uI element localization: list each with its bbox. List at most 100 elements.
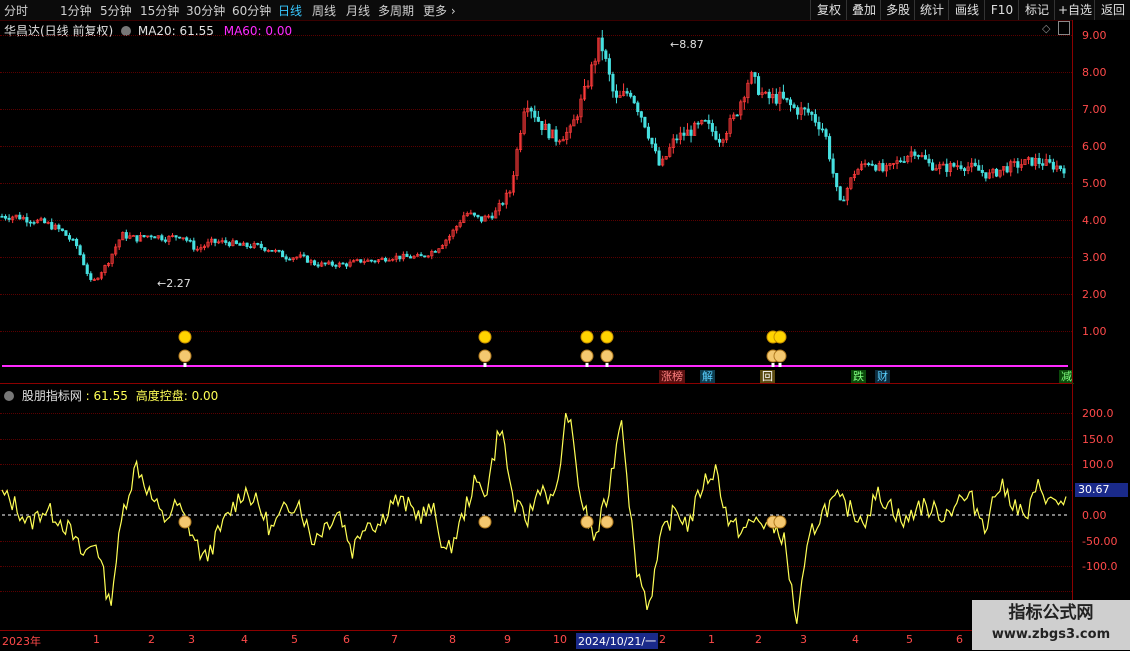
candle-body: [75, 238, 79, 247]
candle-body: [501, 203, 505, 205]
candle-body: [714, 131, 718, 140]
candle-body: [224, 240, 228, 243]
x-tick-label: 2023年: [2, 635, 41, 648]
candle-body: [153, 236, 157, 239]
candle-body: [927, 158, 931, 164]
candle-body: [813, 114, 817, 123]
candle-body: [977, 165, 981, 171]
candle-body: [408, 256, 413, 259]
candle-body: [959, 165, 963, 169]
candle-body: [288, 258, 292, 261]
candle-body: [625, 91, 629, 94]
candle-body: [67, 235, 72, 240]
x-tick-label: 1: [708, 633, 715, 646]
candle-body: [902, 161, 906, 163]
x-tick-label: 6: [956, 633, 963, 646]
money-bag-icon: [773, 349, 787, 363]
candle-body: [490, 215, 494, 219]
candle-body: [398, 255, 402, 260]
candle-body: [792, 104, 796, 108]
candle-body: [529, 107, 533, 112]
money-bag-icon: [580, 349, 594, 363]
candle-body: [4, 216, 8, 219]
candle-body: [657, 150, 661, 166]
signal-die[interactable]: 跌: [851, 370, 866, 384]
price-chart[interactable]: [0, 0, 1072, 383]
x-tick-label: 5: [291, 633, 298, 646]
candle-body: [433, 251, 437, 253]
signal-cai[interactable]: 财: [875, 370, 890, 384]
signal-tick: [585, 363, 589, 367]
candle-body: [607, 58, 611, 75]
high-price-value: 8.87: [679, 38, 704, 51]
candle-body: [781, 91, 785, 99]
candle-body: [923, 155, 928, 160]
y-tick-label: 0.00: [1082, 509, 1107, 522]
candle-body: [867, 163, 871, 166]
candle-body: [696, 122, 700, 125]
candle-body: [270, 250, 274, 252]
candle-body: [78, 245, 82, 256]
candle-body: [973, 162, 977, 166]
x-tick-label: 2: [148, 633, 155, 646]
x-tick-label: 10: [553, 633, 567, 646]
candle-body: [50, 222, 54, 230]
candle-body: [313, 260, 317, 266]
candle-body: [28, 221, 32, 224]
y-tick-label: 6.00: [1082, 140, 1107, 153]
candle-body: [0, 215, 4, 218]
candle-body: [60, 228, 64, 231]
y-tick-label: -50.00: [1082, 535, 1118, 548]
candle-body: [344, 263, 349, 267]
y-tick-label: -100.0: [1082, 560, 1118, 573]
x-tick-label: 2: [755, 633, 762, 646]
candle-body: [653, 143, 658, 152]
candle-body: [1051, 161, 1055, 170]
x-tick-label: 9: [504, 633, 511, 646]
candle-body: [227, 242, 231, 247]
indicator-chart[interactable]: [0, 383, 1072, 630]
candle-body: [334, 264, 338, 267]
candle-body: [479, 216, 484, 222]
candle-body: [359, 259, 363, 263]
back-button[interactable]: 返回: [1094, 0, 1130, 20]
signal-jie[interactable]: 解: [700, 370, 715, 384]
candle-body: [774, 93, 778, 104]
candle-body: [717, 138, 722, 143]
low-price-annotation: ←2.27: [157, 277, 191, 290]
money-bag-icon: [600, 515, 614, 529]
candle-body: [707, 120, 711, 124]
candle-body: [788, 99, 793, 106]
y-tick-label: 8.00: [1082, 66, 1107, 79]
candle-body: [899, 160, 903, 163]
money-bag-icon: [178, 515, 192, 529]
candle-body: [160, 235, 164, 241]
smiley-icon: [178, 330, 192, 344]
signal-tick: [778, 363, 782, 367]
candle-body: [675, 138, 679, 141]
candle-body: [838, 186, 842, 201]
candle-body: [554, 129, 558, 142]
candle-body: [373, 260, 377, 263]
y-tick-label: 7.00: [1082, 103, 1107, 116]
candle-body: [643, 116, 647, 128]
candle-body: [256, 243, 260, 245]
candle-body: [405, 253, 409, 257]
candle-body: [753, 72, 757, 77]
signal-hui[interactable]: 回: [760, 370, 775, 384]
candle-body: [689, 129, 693, 136]
candle-body: [710, 123, 714, 132]
candle-body: [1062, 168, 1066, 174]
smiley-icon: [478, 330, 492, 344]
high-price-annotation: ←8.87: [670, 38, 704, 51]
indicator-y-axis: [1072, 384, 1130, 630]
candle-body: [611, 73, 615, 92]
signal-zhangbang[interactable]: 涨榜: [659, 370, 685, 384]
candle-body: [1048, 159, 1052, 163]
candle-body: [142, 235, 146, 238]
candle-body: [1016, 161, 1020, 168]
candle-body: [547, 123, 551, 139]
candle-body: [1030, 157, 1034, 166]
candle-body: [149, 235, 153, 238]
candle-body: [735, 114, 739, 117]
